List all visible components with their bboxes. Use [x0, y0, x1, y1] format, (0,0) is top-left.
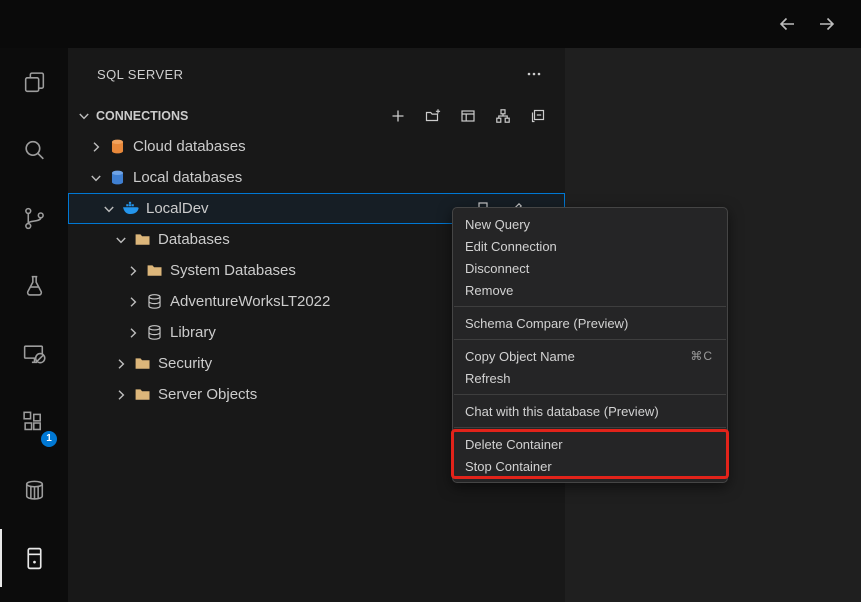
menu-item-label: Delete Container — [465, 437, 563, 452]
activity-item-source-control[interactable] — [0, 184, 68, 252]
folder-icon — [134, 355, 151, 372]
menu-item-label: Schema Compare (Preview) — [465, 316, 628, 331]
menu-item-delete-container[interactable]: Delete Container — [453, 433, 727, 455]
activity-item-testing[interactable] — [0, 252, 68, 320]
chevron-right-icon[interactable] — [113, 387, 129, 403]
activity-item-containers[interactable] — [0, 456, 68, 524]
tree-item-label: Server Objects — [158, 386, 257, 403]
chevron-right-icon[interactable] — [125, 294, 141, 310]
arrow-left-icon — [777, 14, 797, 34]
sql-server-icon — [21, 545, 48, 572]
connections-toolbar — [387, 105, 549, 127]
chevron-down-icon[interactable] — [88, 170, 104, 186]
activity-item-sql-server[interactable] — [0, 524, 68, 592]
cloud-database-icon — [109, 138, 126, 155]
activity-item-remote-explorer[interactable] — [0, 320, 68, 388]
extensions-badge: 1 — [41, 431, 57, 447]
add-connection-icon — [390, 108, 406, 124]
navigate-back-button[interactable] — [775, 12, 799, 36]
chevron-right-icon[interactable] — [125, 325, 141, 341]
folder-icon — [134, 386, 151, 403]
menu-item-label: Stop Container — [465, 459, 552, 474]
activity-item-search[interactable] — [0, 116, 68, 184]
menu-item-remove[interactable]: Remove — [453, 279, 727, 301]
new-connection-group-button[interactable] — [422, 105, 444, 127]
folder-icon — [134, 231, 151, 248]
database-list-icon — [460, 108, 476, 124]
new-connection-group-icon — [425, 108, 441, 124]
server-network-icon — [495, 108, 511, 124]
activity-bar: 1 — [0, 48, 68, 602]
local-database-icon — [109, 169, 126, 186]
tree-item-local-databases[interactable]: Local databases — [68, 162, 565, 193]
menu-item-label: New Query — [465, 217, 530, 232]
connections-section-label: CONNECTIONS — [96, 109, 188, 123]
connections-section-header[interactable]: CONNECTIONS — [68, 100, 565, 131]
collapse-all-button[interactable] — [527, 105, 549, 127]
menu-separator — [454, 427, 726, 428]
tree-item-label: Cloud databases — [133, 138, 246, 155]
context-menu: New Query Edit Connection Disconnect Rem… — [452, 207, 728, 483]
menu-item-new-query[interactable]: New Query — [453, 213, 727, 235]
database-icon — [146, 293, 163, 310]
tree-item-label: LocalDev — [146, 200, 209, 217]
menu-item-label: Remove — [465, 283, 513, 298]
sidebar-title: SQL SERVER — [97, 67, 183, 82]
tree-item-label: Library — [170, 324, 216, 341]
chevron-down-icon[interactable] — [113, 232, 129, 248]
menu-item-label: Disconnect — [465, 261, 529, 276]
beaker-icon — [21, 273, 48, 300]
sidebar-header: SQL SERVER — [68, 48, 565, 100]
menu-item-stop-container[interactable]: Stop Container — [453, 455, 727, 477]
collapse-all-icon — [530, 108, 546, 124]
add-connection-button[interactable] — [387, 105, 409, 127]
docker-whale-icon — [122, 200, 139, 217]
tree-item-cloud-databases[interactable]: Cloud databases — [68, 131, 565, 162]
source-control-icon — [21, 205, 48, 232]
menu-separator — [454, 306, 726, 307]
tree-item-label: Security — [158, 355, 212, 372]
menu-separator — [454, 339, 726, 340]
menu-item-label: Refresh — [465, 371, 511, 386]
tree-item-label: Databases — [158, 231, 230, 248]
server-network-button[interactable] — [492, 105, 514, 127]
chevron-down-icon — [76, 108, 92, 124]
database-icon — [146, 324, 163, 341]
menu-item-label: Copy Object Name — [465, 349, 575, 364]
tree-item-label: AdventureWorksLT2022 — [170, 293, 330, 310]
activity-item-extensions[interactable]: 1 — [0, 388, 68, 456]
chevron-right-icon[interactable] — [125, 263, 141, 279]
menu-separator — [454, 394, 726, 395]
activity-item-explorer[interactable] — [0, 48, 68, 116]
menu-item-label: Chat with this database (Preview) — [465, 404, 659, 419]
search-icon — [21, 137, 48, 164]
chevron-right-icon[interactable] — [113, 356, 129, 372]
tree-item-label: System Databases — [170, 262, 296, 279]
files-icon — [21, 69, 48, 96]
menu-item-chat-with-database[interactable]: Chat with this database (Preview) — [453, 400, 727, 422]
navigate-forward-button[interactable] — [815, 12, 839, 36]
container-icon — [21, 477, 48, 504]
ellipsis-icon — [526, 66, 542, 82]
chevron-right-icon[interactable] — [88, 139, 104, 155]
remote-monitor-off-icon — [21, 341, 48, 368]
menu-item-label: Edit Connection — [465, 239, 557, 254]
app-window: 1 SQL SERVER — [0, 0, 861, 602]
menu-item-copy-object-name[interactable]: Copy Object Name ⌘C — [453, 345, 727, 367]
arrow-right-icon — [817, 14, 837, 34]
more-actions-button[interactable] — [523, 63, 545, 85]
menu-item-shortcut: ⌘C — [690, 349, 713, 363]
database-list-button[interactable] — [457, 105, 479, 127]
folder-icon — [146, 262, 163, 279]
title-bar — [0, 0, 861, 48]
menu-item-schema-compare[interactable]: Schema Compare (Preview) — [453, 312, 727, 334]
tree-item-label: Local databases — [133, 169, 242, 186]
menu-item-edit-connection[interactable]: Edit Connection — [453, 235, 727, 257]
chevron-down-icon[interactable] — [101, 201, 117, 217]
menu-item-refresh[interactable]: Refresh — [453, 367, 727, 389]
menu-item-disconnect[interactable]: Disconnect — [453, 257, 727, 279]
